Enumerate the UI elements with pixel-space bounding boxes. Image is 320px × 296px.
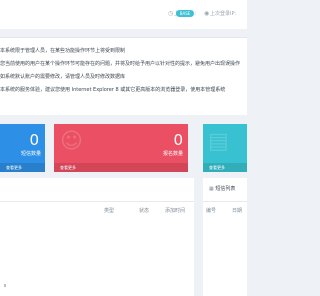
last-login-ip-label: 上次登录IP： [210,11,240,17]
sms-count-label: 短信数量 [20,151,41,157]
list-icon: ▦ [209,186,214,192]
sms-header-date: 日期 [232,208,243,214]
location-icon: ◉ [204,10,210,17]
notice-panel: 本系统限于管理人员，在某些功能操作环节上将受到限制 您当前使用的用户在某个操作环… [0,37,247,115]
scroll-indicator [4,284,6,287]
records-table-panel [0,178,194,296]
sms-count-card[interactable]: 0 短信数量 查看更多 [0,124,45,172]
chart-icon: ▤ [208,129,229,154]
signup-count-card[interactable]: ☺ 0 报名数量 查看更多 [54,124,188,172]
view-more-link[interactable]: 查看更多 [203,163,247,172]
notice-line: 您当前使用的用户在某个操作环节可能存在的问题，并将及时给予用户以针对性的提示，避… [0,61,241,67]
notice-line: 本系统限于管理人员，在某些功能操作环节上将受到限制 [0,48,126,54]
table-header-added-time: 添加时间 [165,208,186,214]
panel-header: ▦ 短信列表 [203,178,247,202]
notice-line: 本系统的服务体验，建议您使用 Internet Explorer 8 或其它更高… [0,87,226,93]
notice-line: 如系统默认账户的需要修改，请管理人员及时修改数据库 [0,74,126,80]
last-login-badge: BASE [176,10,194,17]
sms-list-title-text: 短信列表 [215,186,236,192]
sms-list-panel: ▦ 短信列表 [203,178,247,296]
panel-header [0,178,194,202]
table-header-status: 状态 [139,208,150,214]
sms-header-number: 编号 [206,208,217,214]
sms-count-value: 0 [29,131,39,149]
view-more-link[interactable]: 查看更多 [0,163,45,172]
user-icon: ☺ [60,129,83,154]
top-bar: ◷ 上次登录： BASE ◉ 上次登录IP： [0,0,247,29]
last-login-label: 上次登录： [174,10,199,18]
third-stat-card[interactable]: ▤ 查看更多 [203,124,247,172]
view-more-link[interactable]: 查看更多 [54,163,188,172]
signup-count-label: 报名数量 [162,151,183,157]
signup-count-value: 0 [173,131,183,149]
sms-list-title: ▦ 短信列表 [209,186,235,193]
table-header-type: 类型 [104,208,115,214]
clock-icon: ◷ [168,10,174,17]
